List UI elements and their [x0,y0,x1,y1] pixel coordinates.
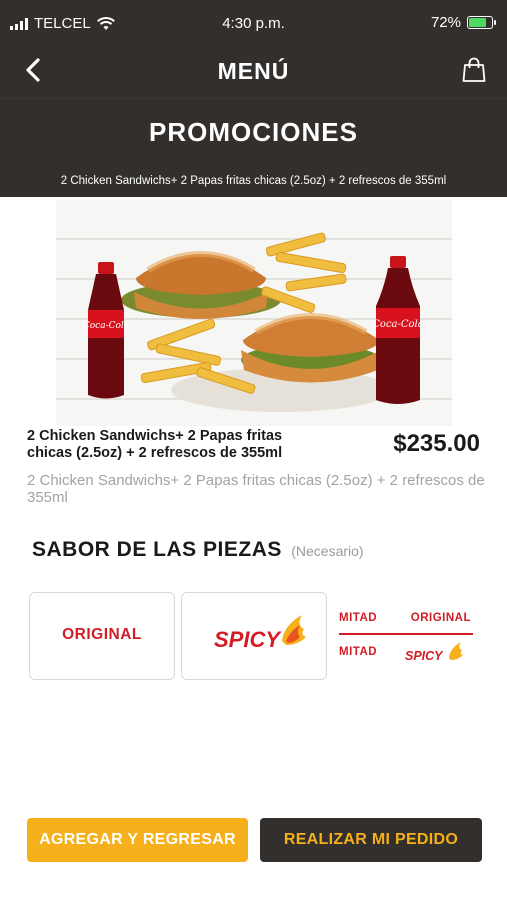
combo-illustration: Coca-Cola Coca-Cola [83,232,424,412]
product-name: 2 Chicken Sandwichs+ 2 Papas fritas chic… [27,428,283,461]
flavor-option-half-half[interactable]: MITAD ORIGINAL MITAD SPICY [333,592,479,680]
mitad-label: MITAD [339,612,378,624]
promo-subtitle: 2 Chicken Sandwichs+ 2 Papas fritas chic… [60,175,447,187]
spicy-flame-icon: SPICY [405,642,463,663]
promo-header: PROMOCIONES 2 Chicken Sandwichs+ 2 Papas… [0,98,507,197]
battery-icon [467,16,496,29]
spicy-label: SPICY [214,627,282,652]
page-title: MENÚ [217,58,290,84]
flavor-option-original[interactable]: ORIGINAL [29,592,175,680]
spicy-flame-icon: SPICY [214,615,306,652]
shopping-bag-icon[interactable] [461,56,487,84]
status-bar: TELCEL 4:30 p.m. 72% [0,0,507,44]
flavor-title: SABOR DE LAS PIEZAS [32,538,282,561]
place-order-button[interactable]: REALIZAR MI PEDIDO [260,818,482,862]
flavor-option-spicy[interactable]: SPICY [181,592,327,680]
coca-cola-logo: Coca-Cola [372,319,423,330]
half-original-label: ORIGINAL [410,612,471,624]
battery-info: 72% [430,14,496,31]
battery-fill [469,18,487,27]
product-description: 2 Chicken Sandwichs+ 2 Papas fritas chic… [27,472,485,506]
coca-cola-logo: Coca-Cola [83,321,129,331]
promo-heading: PROMOCIONES [149,117,358,147]
half-original-row: MITAD ORIGINAL [339,612,473,628]
product-image: Coca-Cola Coca-Cola [56,200,452,426]
flavor-section-title: SABOR DE LAS PIEZAS (Necesario) [32,538,364,562]
product-price: $235.00 [393,430,480,457]
add-and-return-button[interactable]: AGREGAR Y REGRESAR [27,818,248,862]
divider [339,633,473,635]
nav-bar: MENÚ [0,44,507,98]
battery-percent: 72% [430,14,461,31]
mitad-label: MITAD [339,646,378,658]
required-label: (Necesario) [291,543,364,559]
original-label: ORIGINAL [62,626,142,643]
half-spicy-label: SPICY [405,649,444,663]
